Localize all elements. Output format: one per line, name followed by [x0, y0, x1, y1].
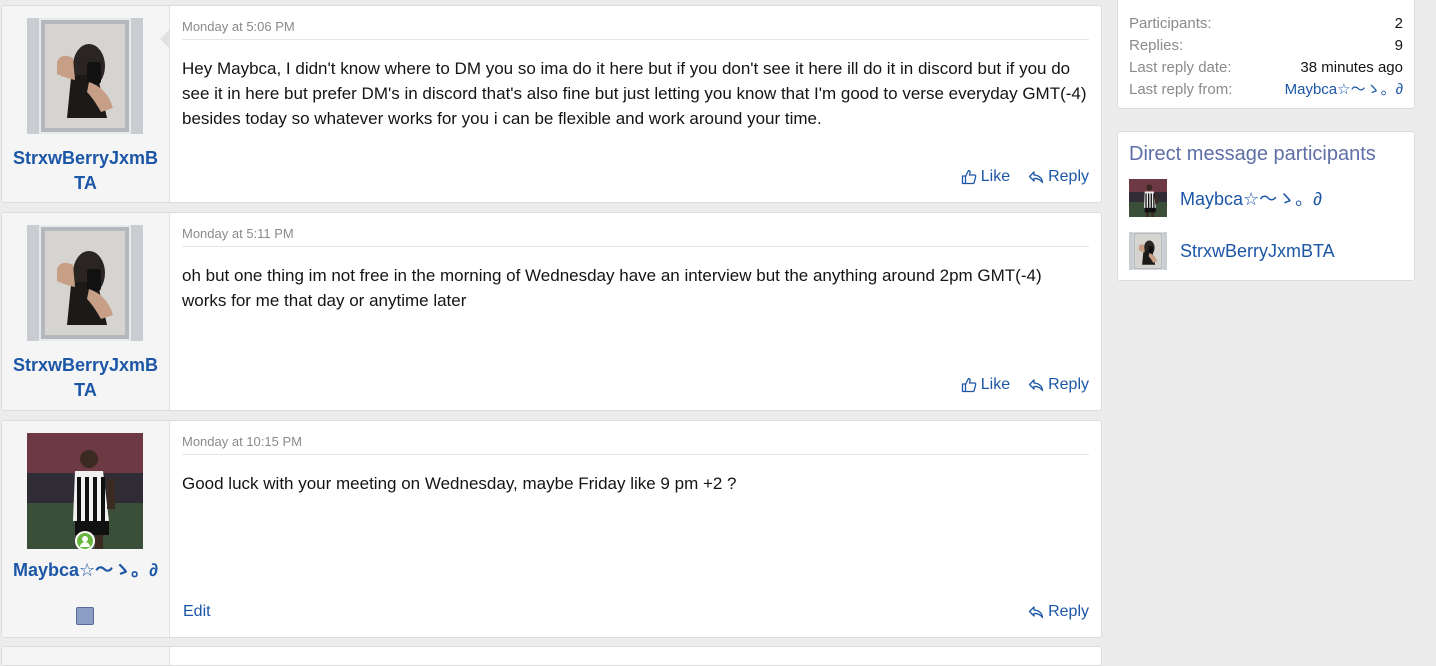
reply-button[interactable]: Reply	[1028, 376, 1089, 394]
stat-label: Last reply date:	[1129, 59, 1232, 76]
avatar[interactable]	[27, 18, 143, 134]
message-date[interactable]: Monday at 5:11 PM	[182, 226, 1089, 247]
username-link[interactable]: StrxwBerryJxmBTA	[2, 146, 169, 196]
message-1: StrxwBerryJxmBTA Monday at 5:06 PM Hey M…	[1, 5, 1102, 203]
message-content: Monday at 5:11 PM oh but one thing im no…	[170, 213, 1101, 410]
like-button[interactable]: Like	[961, 168, 1010, 186]
message-body: Hey Maybca, I didn't know where to DM yo…	[182, 59, 1087, 128]
reply-label: Reply	[1048, 168, 1089, 185]
reply-button[interactable]: Reply	[1028, 603, 1089, 621]
avatar[interactable]	[1129, 232, 1167, 270]
reply-icon	[1028, 379, 1044, 392]
message-content: Monday at 10:15 PM Good luck with your m…	[170, 421, 1101, 637]
reply-label: Reply	[1048, 376, 1089, 393]
like-label: Like	[980, 168, 1011, 185]
reply-label: Reply	[1048, 603, 1089, 620]
message-actions: Like Reply	[961, 168, 1089, 186]
stat-value: 9	[1394, 37, 1403, 54]
message-actions: Reply	[1028, 603, 1089, 621]
online-status-icon	[75, 531, 95, 551]
stat-label: Participants:	[1129, 15, 1212, 32]
badge-icon	[76, 607, 94, 625]
participant-item[interactable]: StrxwBerryJxmBTA	[1118, 232, 1414, 270]
last-reply-user-link[interactable]: Maybca☆〜ゝ。∂	[1285, 79, 1403, 101]
message-body: Good luck with your meeting on Wednesday…	[182, 474, 737, 493]
message-3: Maybca☆〜ゝ。∂ Monday at 10:15 PM Good luck…	[1, 420, 1102, 638]
like-label: Like	[980, 376, 1011, 393]
stat-value: 38 minutes ago	[1300, 59, 1403, 76]
thread-stats-box: Participants: 2 Replies: 9 Last reply da…	[1117, 0, 1415, 109]
message-content: Monday at 5:06 PM Hey Maybca, I didn't k…	[170, 6, 1101, 202]
message-2: StrxwBerryJxmBTA Monday at 5:11 PM oh bu…	[1, 212, 1102, 411]
participant-item[interactable]: Maybca☆〜ゝ。∂	[1118, 179, 1414, 217]
message-user-cell	[2, 647, 170, 665]
message-actions: Like Reply	[961, 376, 1089, 394]
edit-button[interactable]: Edit	[183, 603, 211, 621]
message-user-cell: StrxwBerryJxmBTA	[2, 213, 170, 410]
message-user-cell: StrxwBerryJxmBTA	[2, 6, 170, 202]
message-body: oh but one thing im not free in the morn…	[182, 266, 1042, 310]
stat-label: Last reply from:	[1129, 81, 1233, 98]
participants-title: Direct message participants	[1129, 143, 1376, 165]
reply-icon	[1028, 171, 1044, 184]
message-date[interactable]: Monday at 10:15 PM	[182, 434, 1089, 455]
reply-icon	[1028, 606, 1044, 619]
like-button[interactable]: Like	[961, 376, 1010, 394]
stat-replies: Replies: 9	[1118, 35, 1414, 57]
username-link[interactable]: StrxwBerryJxmBTA	[2, 353, 169, 403]
message-4-partial	[1, 646, 1102, 666]
reply-button[interactable]: Reply	[1028, 168, 1089, 186]
participant-name[interactable]: Maybca☆〜ゝ。∂	[1180, 185, 1322, 211]
stat-participants: Participants: 2	[1118, 13, 1414, 35]
participants-box: Direct message participants Maybca☆〜ゝ。∂ …	[1117, 131, 1415, 281]
username-link[interactable]: Maybca☆〜ゝ。∂	[2, 558, 169, 583]
stat-value: 2	[1394, 15, 1403, 32]
stat-last-reply-date: Last reply date: 38 minutes ago	[1118, 57, 1414, 79]
participant-name[interactable]: StrxwBerryJxmBTA	[1180, 241, 1335, 262]
stat-last-reply-from: Last reply from: Maybca☆〜ゝ。∂	[1118, 79, 1414, 101]
message-user-cell: Maybca☆〜ゝ。∂	[2, 421, 170, 637]
avatar[interactable]	[1129, 179, 1167, 217]
message-date[interactable]: Monday at 5:06 PM	[182, 19, 1089, 40]
thumbs-up-icon	[961, 377, 977, 393]
thumbs-up-icon	[961, 169, 977, 185]
avatar[interactable]	[27, 225, 143, 341]
stat-label: Replies:	[1129, 37, 1184, 54]
message-content	[170, 647, 1101, 665]
